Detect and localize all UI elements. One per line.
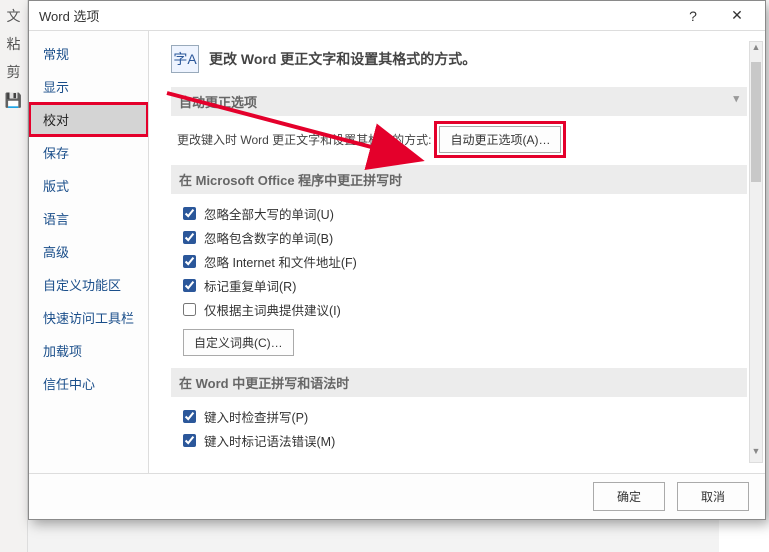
bg-left-icon: 剪 xyxy=(2,60,26,84)
word-spell-checkbox[interactable] xyxy=(183,434,196,447)
bg-left-strip: 文 粘 剪 💾 xyxy=(0,0,28,552)
sidebar-item-4[interactable]: 版式 xyxy=(29,169,148,202)
word-options-dialog: Word 选项 ? ✕ 常规显示校对保存版式语言高级自定义功能区快速访问工具栏加… xyxy=(28,0,766,520)
sidebar-item-5[interactable]: 语言 xyxy=(29,202,148,235)
office-spell-checkbox[interactable] xyxy=(183,255,196,268)
sidebar-item-9[interactable]: 加载项 xyxy=(29,334,148,367)
scroll-thumb[interactable] xyxy=(751,62,761,182)
word-spell-row[interactable]: 键入时标记语法错误(M) xyxy=(183,431,747,450)
bg-left-icon: 💾 xyxy=(2,88,26,112)
custom-dictionary-button[interactable]: 自定义词典(C)… xyxy=(183,329,294,356)
office-spell-label: 标记重复单词(R) xyxy=(204,276,296,295)
content-scrollbar[interactable]: ▲ ▼ xyxy=(749,41,763,463)
scroll-down-icon[interactable]: ▼ xyxy=(750,446,762,462)
dialog-title: Word 选项 xyxy=(39,6,99,25)
office-spell-label: 仅根据主词典提供建议(I) xyxy=(204,300,341,319)
bg-left-icon: 文 xyxy=(2,4,26,28)
word-spell-label: 键入时检查拼写(P) xyxy=(204,407,308,426)
options-content: 字A 更改 Word 更正文字和设置其格式的方式。 自动更正选项 ▾ 更改键入时… xyxy=(149,31,765,473)
sidebar-item-3[interactable]: 保存 xyxy=(29,136,148,169)
proofing-header-text: 更改 Word 更正文字和设置其格式的方式。 xyxy=(209,49,476,69)
bg-left-icon: 粘 xyxy=(2,32,26,56)
office-spell-checkbox[interactable] xyxy=(183,207,196,220)
sidebar-item-1[interactable]: 显示 xyxy=(29,70,148,103)
office-spell-label: 忽略包含数字的单词(B) xyxy=(204,228,333,247)
proofing-header-icon: 字A xyxy=(171,45,199,73)
word-spell-label: 键入时标记语法错误(M) xyxy=(204,431,335,450)
section-title-word-spell: 在 Word 中更正拼写和语法时 xyxy=(171,368,747,397)
office-spell-row[interactable]: 忽略包含数字的单词(B) xyxy=(183,228,747,247)
office-spell-row[interactable]: 标记重复单词(R) xyxy=(183,276,747,295)
autocorrect-desc: 更改键入时 Word 更正文字和设置其格式的方式: xyxy=(177,131,431,148)
scroll-up-icon[interactable]: ▲ xyxy=(750,42,762,58)
office-spell-row[interactable]: 忽略全部大写的单词(U) xyxy=(183,204,747,223)
office-spell-checkbox[interactable] xyxy=(183,303,196,316)
office-spell-label: 忽略全部大写的单词(U) xyxy=(204,204,334,223)
office-spell-checkbox[interactable] xyxy=(183,231,196,244)
section-title-office-spell: 在 Microsoft Office 程序中更正拼写时 xyxy=(171,165,747,194)
help-button[interactable]: ? xyxy=(671,2,715,30)
sidebar-item-6[interactable]: 高级 xyxy=(29,235,148,268)
office-spell-row[interactable]: 仅根据主词典提供建议(I) xyxy=(183,300,747,319)
sidebar-item-10[interactable]: 信任中心 xyxy=(29,367,148,400)
cancel-button[interactable]: 取消 xyxy=(677,482,749,511)
section-title-autocorrect: 自动更正选项 ▾ xyxy=(171,87,747,116)
autocorrect-options-button[interactable]: 自动更正选项(A)… xyxy=(439,126,561,153)
sidebar-item-7[interactable]: 自定义功能区 xyxy=(29,268,148,301)
office-spell-checkbox[interactable] xyxy=(183,279,196,292)
dialog-footer: 确定 取消 xyxy=(29,473,765,519)
options-sidebar: 常规显示校对保存版式语言高级自定义功能区快速访问工具栏加载项信任中心 xyxy=(29,31,149,473)
word-spell-row[interactable]: 键入时检查拼写(P) xyxy=(183,407,747,426)
office-spell-row[interactable]: 忽略 Internet 和文件地址(F) xyxy=(183,252,747,271)
office-spell-label: 忽略 Internet 和文件地址(F) xyxy=(204,252,357,271)
sidebar-item-8[interactable]: 快速访问工具栏 xyxy=(29,301,148,334)
dialog-titlebar: Word 选项 ? ✕ xyxy=(29,1,765,31)
sidebar-item-0[interactable]: 常规 xyxy=(29,37,148,70)
close-button[interactable]: ✕ xyxy=(715,2,759,30)
chevron-down-icon: ▾ xyxy=(733,92,739,105)
ok-button[interactable]: 确定 xyxy=(593,482,665,511)
word-spell-checkbox[interactable] xyxy=(183,410,196,423)
sidebar-item-2[interactable]: 校对 xyxy=(29,103,148,136)
